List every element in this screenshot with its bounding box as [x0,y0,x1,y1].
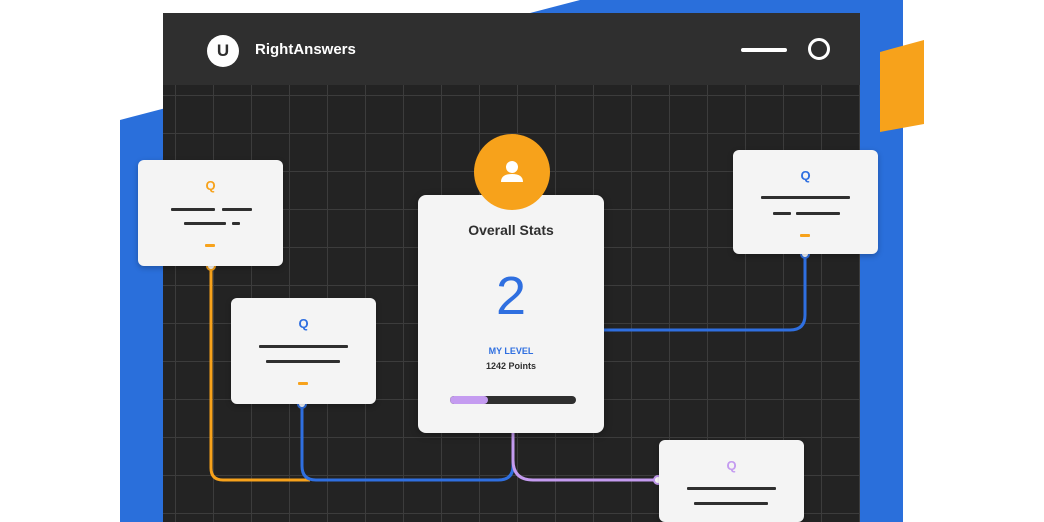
card-text-line [796,212,840,215]
card-text-line [694,502,768,505]
card-text-line [773,212,791,215]
answer-card-1[interactable]: Q [138,160,283,266]
answer-card-2[interactable]: Q [231,298,376,404]
card-icon-label: Q [205,178,216,193]
card-text-line [761,196,850,199]
points-value: 1242 Points [485,361,537,371]
avatar-badge[interactable] [474,134,550,210]
answer-card-3[interactable]: Q [733,150,878,254]
level-progress-fill [450,396,488,404]
card-text-line [232,222,240,225]
card-text-line [687,487,776,490]
user-icon [501,161,523,182]
card-icon-label: Q [800,168,811,183]
card-text-line [222,208,252,211]
card-accent-dash [298,382,308,385]
card-text-line [171,208,215,211]
card-text-line [184,222,226,225]
level-value: 2 [495,266,527,326]
overall-stats-card[interactable]: Overall Stats 2 MY LEVEL 1242 Points [418,195,604,433]
card-text-line [259,345,348,348]
level-label: MY LEVEL [488,346,534,356]
card-icon-label: Q [726,458,737,473]
card-icon-label: Q [298,316,309,331]
level-progress-bar [450,396,576,404]
card-text-line [266,360,340,363]
card-accent-dash [205,244,215,247]
stats-title: Overall Stats [468,222,554,238]
card-accent-dash [800,234,810,237]
answer-card-4[interactable]: Q [659,440,804,522]
